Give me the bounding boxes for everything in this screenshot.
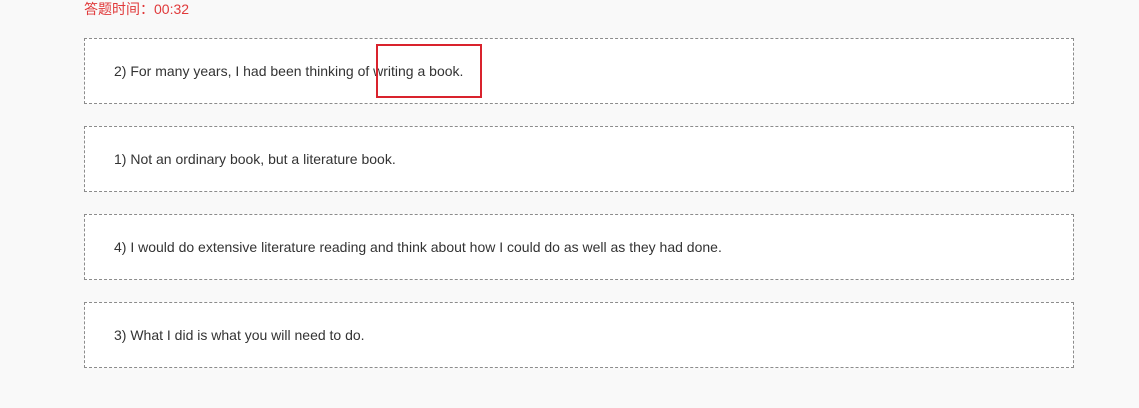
sentence-card-2[interactable]: 1) Not an ordinary book, but a literatur… — [84, 126, 1074, 192]
answer-timer: 答题时间：00:32 — [84, 1, 189, 17]
sentence-text: 1) Not an ordinary book, but a literatur… — [114, 151, 396, 167]
timer-label: 答题时间： — [84, 1, 154, 17]
sentence-text: 3) What I did is what you will need to d… — [114, 327, 365, 343]
sentence-card-1[interactable]: 2) For many years, I had been thinking o… — [84, 38, 1074, 104]
sentence-card-3[interactable]: 4) I would do extensive literature readi… — [84, 214, 1074, 280]
timer-value: 00:32 — [154, 1, 190, 17]
sentence-card-4[interactable]: 3) What I did is what you will need to d… — [84, 302, 1074, 368]
sentence-text: 4) I would do extensive literature readi… — [114, 239, 722, 255]
sentence-text: 2) For many years, I had been thinking o… — [114, 63, 464, 79]
